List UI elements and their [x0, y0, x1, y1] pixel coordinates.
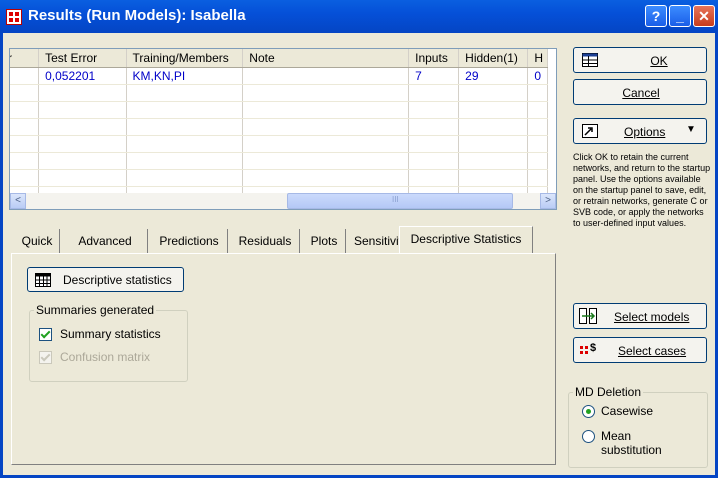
ok-label: OK — [650, 54, 668, 68]
tab-descriptive-statistics[interactable]: Descriptive Statistics — [399, 226, 533, 253]
ok-button[interactable]: OK — [573, 47, 707, 73]
table-row-empty[interactable] — [10, 135, 548, 153]
table-row[interactable]: 0,052201 KM,KN,PI 7 29 0 — [10, 67, 548, 85]
table-row-empty[interactable] — [10, 84, 548, 102]
casewise-label: Casewise — [601, 404, 654, 418]
summaries-generated-group: Summaries generated — [29, 303, 188, 382]
scroll-thumb-grip: III — [392, 195, 399, 204]
window-title: Results (Run Models): Isabella — [28, 7, 246, 24]
select-cases-label: Select cases — [618, 344, 687, 358]
help-button[interactable]: ? — [645, 5, 667, 27]
confusion-matrix-checkbox[interactable] — [39, 351, 52, 364]
tab-predictions[interactable]: Predictions — [151, 229, 228, 253]
scroll-right-button[interactable]: > — [540, 193, 556, 209]
select-models-label: Select models — [614, 310, 690, 324]
table-icon — [35, 273, 51, 287]
title-bar: Results (Run Models): Isabella ? _ ✕ — [0, 0, 718, 33]
minimize-button[interactable]: _ — [669, 5, 691, 27]
descriptive-statistics-label: Descriptive statistics — [63, 273, 172, 287]
column-header[interactable]: H — [527, 49, 548, 68]
tab-quick[interactable]: Quick — [15, 229, 60, 253]
column-header-note[interactable]: Note — [242, 49, 410, 68]
md-deletion-legend: MD Deletion — [573, 385, 644, 399]
table-cell-test-error[interactable]: 0,052201 — [38, 67, 127, 85]
column-header-test-error[interactable]: Test Error — [38, 49, 127, 68]
summaries-generated-legend: Summaries generated — [34, 303, 157, 317]
select-models-button[interactable]: Select models — [573, 303, 707, 329]
summary-statistics-checkbox[interactable] — [39, 328, 52, 341]
casewise-radio[interactable] — [582, 405, 595, 418]
statistica-app-icon[interactable] — [6, 9, 22, 25]
horizontal-scrollbar[interactable]: < III > — [10, 193, 556, 209]
select-models-icon — [579, 308, 597, 324]
table-row-empty[interactable] — [10, 101, 548, 119]
mean-substitution-label: Mean substitution — [601, 429, 662, 457]
options-label: Options — [624, 125, 666, 139]
help-description: Click OK to retain the current networks,… — [573, 152, 711, 228]
table-cell-hidden1[interactable]: 29 — [458, 67, 529, 85]
table-cell-inputs[interactable]: 7 — [408, 67, 460, 85]
close-button[interactable]: ✕ — [693, 5, 715, 27]
grid-header-row: r Test Error Training/Members Note Input… — [10, 49, 548, 68]
scroll-left-button[interactable]: < — [10, 193, 26, 209]
table-cell[interactable]: 0 — [527, 67, 548, 85]
table-cell-training-members[interactable]: KM,KN,PI — [126, 67, 244, 85]
confusion-matrix-label: Confusion matrix — [60, 350, 151, 364]
select-cases-icon: $ — [580, 342, 596, 354]
tab-plots[interactable]: Plots — [303, 229, 346, 253]
table-row-empty[interactable] — [10, 169, 548, 187]
dropdown-arrow-icon: ▼ — [686, 124, 696, 135]
scroll-thumb[interactable]: III — [287, 193, 513, 209]
summary-statistics-label: Summary statistics — [60, 327, 161, 341]
svg-text:$: $ — [590, 342, 596, 354]
cancel-label: Cancel — [622, 86, 660, 100]
select-cases-button[interactable]: $ Select cases — [573, 337, 707, 363]
column-header-inputs[interactable]: Inputs — [408, 49, 460, 68]
table-row-empty[interactable] — [10, 118, 548, 136]
options-icon — [582, 124, 598, 138]
cancel-button[interactable]: Cancel — [573, 79, 707, 105]
column-header-training-members[interactable]: Training/Members — [126, 49, 244, 68]
mean-substitution-radio[interactable] — [582, 430, 595, 443]
tab-residuals[interactable]: Residuals — [231, 229, 300, 253]
options-button[interactable]: Options ▼ — [573, 118, 707, 144]
column-header-hidden1[interactable]: Hidden(1) — [458, 49, 529, 68]
table-cell-note[interactable] — [242, 67, 410, 85]
column-header[interactable]: r — [10, 49, 40, 68]
table-cell[interactable] — [10, 67, 40, 85]
tab-advanced[interactable]: Advanced — [63, 229, 148, 253]
descriptive-statistics-button[interactable]: Descriptive statistics — [27, 267, 184, 292]
results-grid[interactable]: r Test Error Training/Members Note Input… — [9, 48, 557, 210]
table-row-empty[interactable] — [10, 152, 548, 170]
